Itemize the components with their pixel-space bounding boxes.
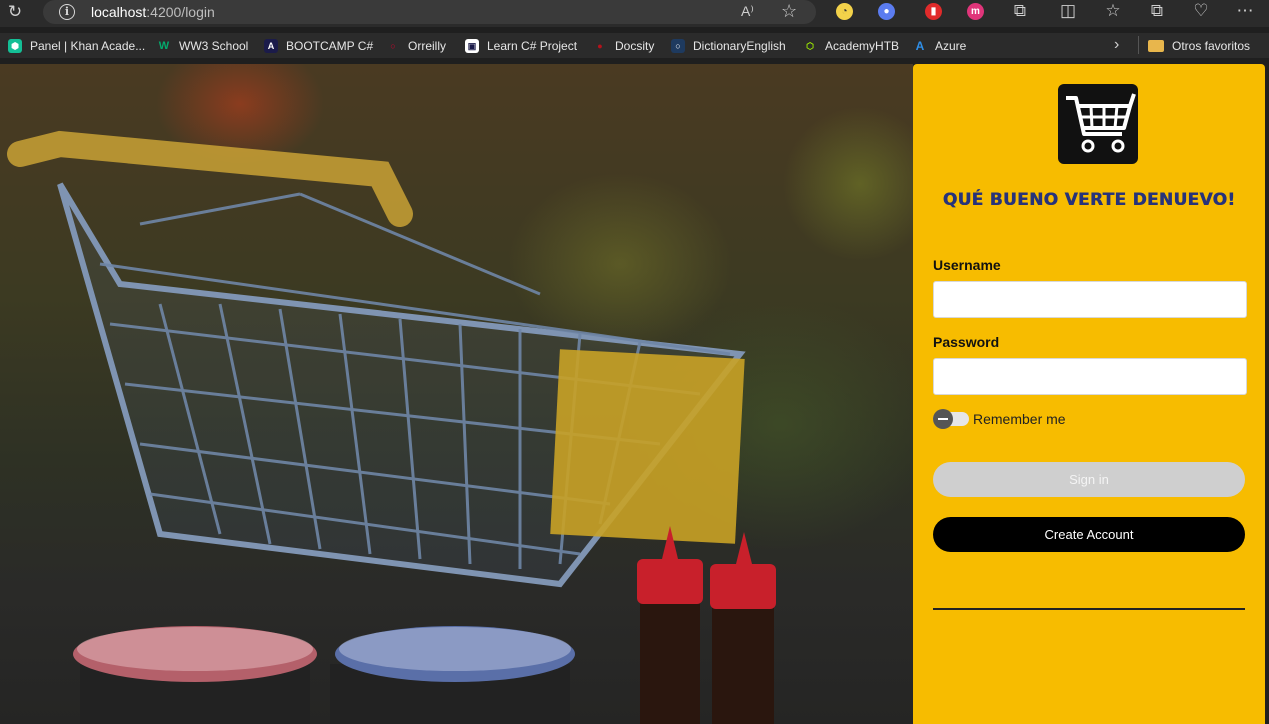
password-label: Password bbox=[933, 334, 1000, 350]
url-text[interactable]: localhost:4200/login bbox=[91, 4, 215, 20]
remember-me-label: Remember me bbox=[973, 411, 1066, 427]
more-menu-icon[interactable]: ⋯ bbox=[1235, 1, 1255, 21]
login-title: QUÉ BUENO VERTE DENUEVO! bbox=[942, 190, 1236, 210]
bookmark-azure[interactable]: A Azure bbox=[913, 37, 967, 54]
read-aloud-icon[interactable]: A⁾ bbox=[741, 3, 754, 20]
bookmark-bootcamp[interactable]: A BOOTCAMP C# bbox=[264, 37, 373, 54]
bookmark-khan[interactable]: ⬢ Panel | Khan Acade... bbox=[8, 37, 145, 54]
bootcamp-icon: A bbox=[264, 38, 278, 53]
bookmark-learn-csharp[interactable]: ▣ Learn C# Project bbox=[465, 37, 577, 54]
azure-icon: A bbox=[915, 38, 925, 53]
username-label: Username bbox=[933, 257, 1001, 273]
bookmark-other-favorites[interactable]: Otros favoritos bbox=[1148, 37, 1250, 54]
browser-essentials-icon[interactable]: ♡ bbox=[1191, 1, 1211, 21]
browser-toolbar: ↻ i localhost:4200/login A⁾ ☆ ◔ ● ▮ m ⧉ … bbox=[0, 0, 1269, 27]
login-panel: QUÉ BUENO VERTE DENUEVO! Username Passwo… bbox=[913, 64, 1265, 724]
extension-color-icon[interactable]: ● bbox=[878, 3, 895, 20]
sign-in-button[interactable]: Sign in bbox=[933, 462, 1245, 497]
site-info-icon[interactable]: i bbox=[59, 4, 75, 20]
cart-illustration bbox=[7, 130, 776, 724]
url-path: :4200/login bbox=[146, 4, 215, 20]
favorites-icon[interactable]: ☆ bbox=[1103, 1, 1123, 21]
create-account-button[interactable]: Create Account bbox=[933, 517, 1245, 552]
username-input[interactable] bbox=[933, 281, 1247, 318]
shopping-cart-logo bbox=[1058, 84, 1138, 164]
bookmarks-separator bbox=[1138, 36, 1139, 54]
oreilly-icon: ○ bbox=[390, 40, 396, 51]
khan-icon: ⬢ bbox=[8, 38, 22, 53]
w3-icon: W bbox=[158, 39, 170, 52]
bookmarks-overflow-chevron-icon[interactable]: › bbox=[1114, 36, 1119, 54]
url-host: localhost bbox=[91, 4, 147, 20]
remember-me-toggle[interactable] bbox=[933, 409, 969, 429]
address-bar[interactable]: i localhost:4200/login A⁾ ☆ bbox=[43, 0, 816, 24]
bookmarks-bar: ⬢ Panel | Khan Acade... W WW3 School A BOOT… bbox=[0, 33, 1269, 58]
extension-shield-icon[interactable]: ▮ bbox=[925, 3, 942, 20]
password-input[interactable] bbox=[933, 358, 1247, 395]
login-page: QUÉ BUENO VERTE DENUEVO! Username Passwo… bbox=[0, 64, 1269, 724]
panel-divider bbox=[933, 608, 1245, 610]
favorite-star-icon[interactable]: ☆ bbox=[781, 1, 797, 22]
bookmark-academyhtb[interactable]: ⬡ AcademyHTB bbox=[803, 37, 899, 54]
bookmark-dictionary[interactable]: ○ DictionaryEnglish bbox=[671, 37, 786, 54]
bookmark-w3school[interactable]: W WW3 School bbox=[157, 37, 249, 54]
htb-cube-icon: ⬡ bbox=[806, 40, 814, 51]
bookmark-docsity[interactable]: ● Docsity bbox=[593, 37, 654, 54]
bookmark-oreilly[interactable]: ○ Orreilly bbox=[386, 37, 446, 54]
extensions-puzzle-icon[interactable]: ⧉ bbox=[1010, 1, 1030, 21]
cart-icon bbox=[1066, 93, 1136, 153]
reload-icon[interactable]: ↻ bbox=[5, 2, 25, 22]
extension-m-icon[interactable]: m bbox=[967, 3, 984, 20]
collections-icon[interactable]: ⧉ bbox=[1147, 1, 1167, 21]
window-edge bbox=[1265, 64, 1269, 724]
docsity-icon: ● bbox=[597, 40, 603, 51]
learn-csharp-icon: ▣ bbox=[465, 38, 479, 53]
dictionary-icon: ○ bbox=[671, 38, 685, 53]
split-screen-icon[interactable]: ◫ bbox=[1058, 1, 1078, 21]
folder-icon bbox=[1148, 39, 1164, 52]
toggle-knob bbox=[933, 409, 953, 429]
extension-clock-icon[interactable]: ◔ bbox=[836, 3, 853, 20]
shopping-cart-hero-image bbox=[0, 64, 913, 724]
